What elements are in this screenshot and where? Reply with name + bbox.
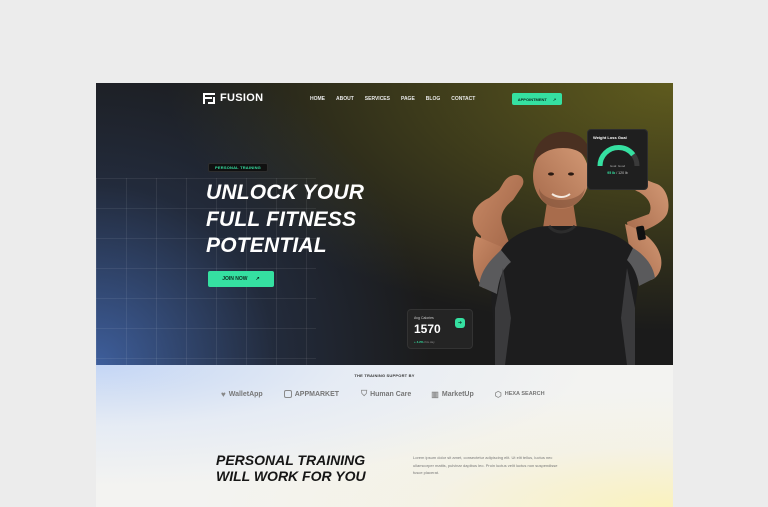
chart-icon: ▥ <box>431 389 439 399</box>
section-title: PERSONAL TRAINING WILL WORK FOR YOU <box>216 452 366 484</box>
heart-icon: ♥ <box>221 389 226 399</box>
weight-done: 95 lb <box>607 171 616 175</box>
brand-humancare: ⛉ Human Care <box>361 389 411 399</box>
brand-name: MarketUp <box>441 390 474 398</box>
brand-name: Human Care <box>370 390 412 398</box>
calories-value: 1570 <box>414 322 441 336</box>
calories-period: this day <box>424 340 435 344</box>
brand-name: APPMARKET <box>294 390 340 398</box>
weight-card-value: 95 lb / 120 lb <box>588 171 647 175</box>
brand-hexasearch: ⬡ HEXA SEARCH <box>495 390 545 399</box>
headline-line-2: FULL FITNESS <box>206 207 357 231</box>
calories-card: Avg Calories 1570 ➜ + 4.2% this day <box>407 309 473 349</box>
nav-contact[interactable]: CONTACT <box>451 96 475 102</box>
logo-icon <box>203 92 215 104</box>
hero-tag: PERSONAL TRAINING <box>208 163 268 172</box>
hero-headline: UNLOCK YOUR FULL FITNESS POTENTIAL <box>206 180 364 260</box>
brand-marketup: ▥ MarketUp <box>431 390 473 399</box>
nav-home[interactable]: HOME <box>310 96 325 102</box>
nav-services[interactable]: SERVICES <box>365 96 390 102</box>
nav-page[interactable]: PAGE <box>401 96 415 102</box>
calories-change: + 4.2% <box>414 340 424 344</box>
support-section: THE TRAINING SUPPORT BY ♥ WalletApp APPM… <box>96 365 673 507</box>
nav-about[interactable]: ABOUT <box>336 96 354 102</box>
headline-line-1: UNLOCK YOUR <box>206 181 365 204</box>
arrow-up-right-icon: ↗ <box>552 96 557 102</box>
logo[interactable]: FUSION <box>203 92 263 104</box>
join-now-button[interactable]: JOIN NOW ↗ <box>208 271 274 287</box>
shield-icon: ⛉ <box>361 389 368 398</box>
hexagon-icon: ⬡ <box>494 389 502 399</box>
brand-appmarket: APPMARKET <box>283 390 340 398</box>
brand-logos: ♥ WalletApp APPMARKET ⛉ Human Care ▥ Mar… <box>221 389 545 399</box>
main-nav: HOME ABOUT SERVICES PAGE BLOG CONTACT <box>310 96 475 102</box>
section-paragraph: Lorem ipsum dolor sit amet, consectetur … <box>413 455 558 475</box>
appointment-label: APPOINTMENT <box>517 96 547 102</box>
weight-loss-card: Weight Loss Goal Goal: Good 95 lb / 120 … <box>587 129 648 190</box>
arrow-up-right-icon: ↗ <box>255 276 260 282</box>
calories-footer: + 4.2% this day <box>414 340 435 344</box>
landing-page: FUSION HOME ABOUT SERVICES PAGE BLOG CON… <box>96 83 673 507</box>
section-title-line-2: WILL WORK FOR YOU <box>216 468 366 484</box>
brand-name: HEXA SEARCH <box>504 391 545 397</box>
weight-total: / 120 lb <box>616 171 628 175</box>
calories-title: Avg Calories <box>414 316 434 320</box>
join-now-label: JOIN NOW <box>222 276 248 282</box>
support-label: THE TRAINING SUPPORT BY <box>354 373 415 378</box>
weight-card-sub: Goal: Good <box>609 164 626 168</box>
brand-walletapp: ♥ WalletApp <box>221 390 263 399</box>
headline-line-3: POTENTIAL <box>206 234 327 257</box>
square-icon <box>283 390 292 398</box>
weight-gauge <box>597 145 640 167</box>
logo-text: FUSION <box>220 92 264 104</box>
section-title-line-1: PERSONAL TRAINING <box>216 452 366 468</box>
nav-blog[interactable]: BLOG <box>426 96 440 102</box>
brand-name: WalletApp <box>228 390 263 398</box>
appointment-button[interactable]: APPOINTMENT ↗ <box>512 93 562 105</box>
flame-icon: ➜ <box>455 318 465 328</box>
hero-section: FUSION HOME ABOUT SERVICES PAGE BLOG CON… <box>96 83 673 365</box>
